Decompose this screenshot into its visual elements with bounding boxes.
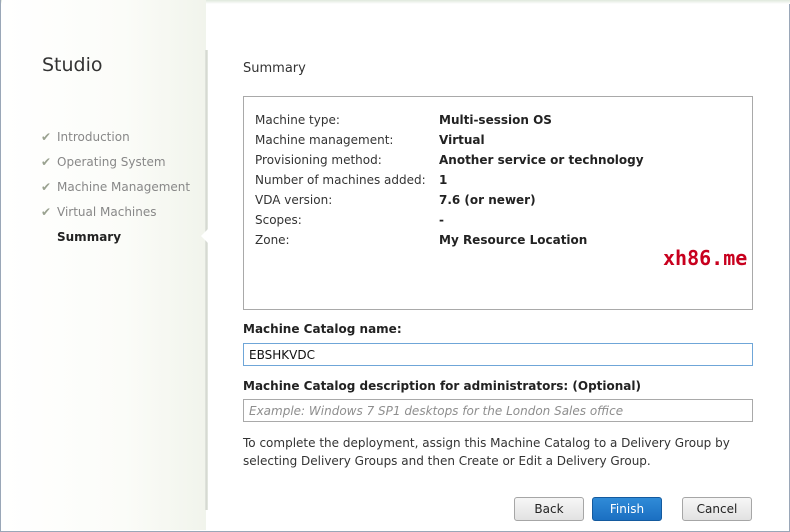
- summary-value: 7.6 (or newer): [439, 193, 536, 207]
- summary-value: My Resource Location: [439, 233, 588, 247]
- summary-key: VDA version:: [255, 193, 333, 207]
- pane-divider: [205, 50, 208, 510]
- summary-value: 1: [439, 173, 448, 187]
- summary-row-zone: Zone: My Resource Location: [255, 230, 644, 250]
- step-label: Operating System: [57, 154, 166, 169]
- studio-title: Studio: [42, 54, 103, 76]
- back-button[interactable]: Back: [514, 497, 584, 521]
- step-label: Introduction: [57, 129, 130, 144]
- watermark-text: xh86.me: [663, 246, 748, 270]
- check-icon: ✔: [41, 129, 52, 144]
- summary-key: Machine type:: [255, 113, 340, 127]
- page-title: Summary: [243, 61, 306, 76]
- summary-key: Provisioning method:: [255, 153, 382, 167]
- catalog-description-input[interactable]: [243, 399, 753, 422]
- check-icon: ✔: [41, 154, 52, 169]
- summary-key: Zone:: [255, 233, 290, 247]
- step-label: Virtual Machines: [57, 204, 157, 219]
- cancel-button[interactable]: Cancel: [682, 497, 752, 521]
- step-machine-management: ✔ Machine Management: [41, 174, 190, 199]
- summary-value: Virtual: [439, 133, 485, 147]
- step-label: Machine Management: [57, 179, 191, 194]
- summary-row-provisioning-method: Provisioning method: Another service or …: [255, 150, 644, 170]
- summary-row-number-of-machines: Number of machines added: 1: [255, 170, 644, 190]
- summary-value: Multi-session OS: [439, 113, 552, 127]
- check-icon: ✔: [41, 204, 52, 219]
- summary-key: Scopes:: [255, 213, 302, 227]
- check-icon: ✔: [41, 179, 52, 194]
- deployment-info-text: To complete the deployment, assign this …: [243, 436, 730, 468]
- catalog-description-label: Machine Catalog description for administ…: [243, 379, 641, 393]
- catalog-name-label: Machine Catalog name:: [243, 322, 402, 336]
- summary-value: -: [439, 213, 444, 227]
- summary-key: Number of machines added:: [255, 173, 426, 187]
- current-step-pointer: [201, 229, 208, 243]
- summary-table: Machine type: Multi-session OS Machine m…: [255, 110, 644, 250]
- step-label: Summary: [57, 229, 122, 244]
- wizard-step-list: ✔ Introduction ✔ Operating System ✔ Mach…: [41, 124, 190, 249]
- summary-row-machine-management: Machine management: Virtual: [255, 130, 644, 150]
- summary-panel: Machine type: Multi-session OS Machine m…: [243, 96, 753, 310]
- summary-row-scopes: Scopes: -: [255, 210, 644, 230]
- step-introduction: ✔ Introduction: [41, 124, 190, 149]
- step-virtual-machines: ✔ Virtual Machines: [41, 199, 190, 224]
- summary-row-machine-type: Machine type: Multi-session OS: [255, 110, 644, 130]
- wizard-window: Studio ✔ Introduction ✔ Operating System…: [0, 0, 790, 532]
- finish-button[interactable]: Finish: [592, 497, 662, 521]
- wizard-steps-pane: [2, 0, 206, 530]
- step-summary: ✔ Summary: [41, 224, 190, 249]
- summary-row-vda-version: VDA version: 7.6 (or newer): [255, 190, 644, 210]
- step-operating-system: ✔ Operating System: [41, 149, 190, 174]
- catalog-name-input[interactable]: [243, 343, 753, 366]
- summary-key: Machine management:: [255, 133, 394, 147]
- summary-value: Another service or technology: [439, 153, 644, 167]
